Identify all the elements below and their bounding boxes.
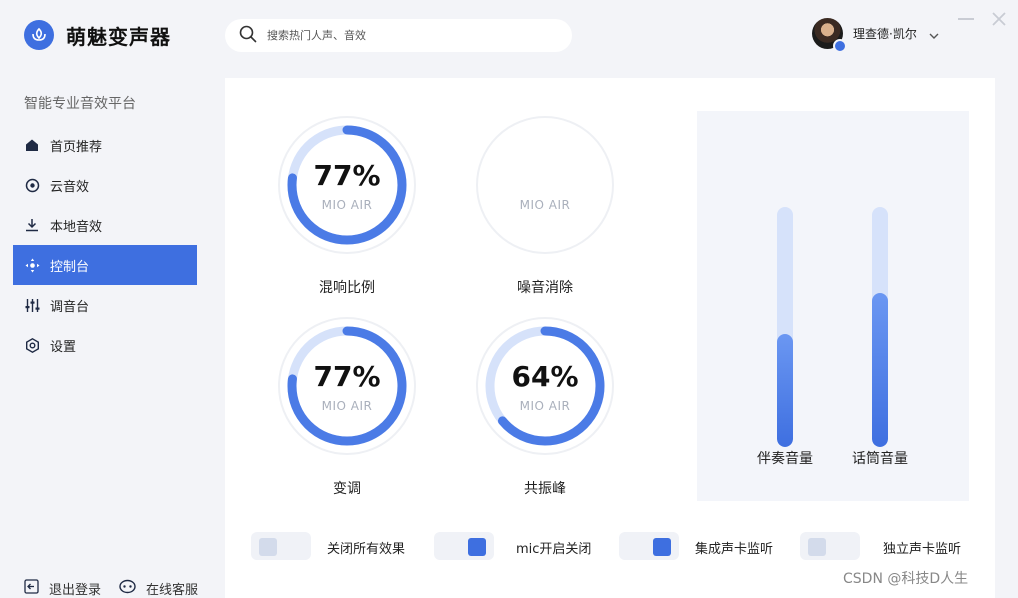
- user-menu[interactable]: 理查德·凯尔: [812, 18, 939, 53]
- noise-cancel-dial-ring[interactable]: [475, 115, 615, 255]
- sidebar-item-label: 首页推荐: [50, 139, 103, 155]
- app-logo: 萌魅变声器: [24, 20, 171, 50]
- toggle-knob: [653, 538, 671, 556]
- mic-volume-fill: [872, 293, 888, 447]
- search-icon: [239, 25, 257, 47]
- home-icon: [24, 137, 40, 153]
- logout-icon: [24, 579, 39, 598]
- disable-all-effects-toggle[interactable]: [251, 532, 311, 560]
- sidebar-item-settings[interactable]: 设置: [13, 325, 197, 365]
- app-tagline: 智能专业音效平台: [24, 96, 136, 112]
- chevron-down-icon[interactable]: [929, 24, 939, 43]
- disable-all-effects-label: 关闭所有效果: [327, 542, 406, 557]
- sidebar-nav: 首页推荐 云音效 本地音效 控制台 调音台 设置: [13, 125, 197, 365]
- toggle-knob: [808, 538, 826, 556]
- sidebar-item-local-sound[interactable]: 本地音效: [13, 205, 197, 245]
- pitch-dial-label: 变调: [333, 481, 361, 497]
- avatar-badge-icon: [833, 39, 847, 53]
- noise-cancel-dial-label: 噪音消除: [517, 280, 573, 296]
- console-icon: [24, 257, 40, 273]
- sidebar-item-label: 云音效: [50, 179, 90, 195]
- formant-dial-label: 共振峰: [524, 481, 566, 497]
- search-bar[interactable]: [225, 19, 572, 52]
- pitch-dial[interactable]: 77% MIO AIR 变调: [277, 316, 417, 497]
- pitch-dial-value: 77%: [313, 360, 381, 393]
- reverb-dial[interactable]: 77% MIO AIR 混响比例: [277, 115, 417, 296]
- app-name: 萌魅变声器: [66, 24, 171, 49]
- sidebar-item-label: 调音台: [50, 299, 90, 315]
- console-panel: 77% MIO AIR 混响比例 MIO AIR 噪音消除 77% MIO AI…: [225, 78, 995, 598]
- close-icon[interactable]: [991, 11, 1007, 31]
- mic-volume-slider[interactable]: [872, 207, 888, 447]
- sidebar-footer: 退出登录 在线客服: [24, 579, 198, 598]
- toggle-knob: [468, 538, 486, 556]
- pitch-dial-sub: MIO AIR: [321, 399, 373, 413]
- integrated-soundcard-monitor-toggle[interactable]: [619, 532, 679, 560]
- integrated-soundcard-monitor-label: 集成声卡监听: [695, 542, 774, 557]
- logout-label: 退出登录: [49, 583, 102, 598]
- standalone-soundcard-monitor-label: 独立声卡监听: [883, 542, 962, 557]
- standalone-soundcard-monitor-toggle[interactable]: [800, 532, 860, 560]
- search-input[interactable]: [267, 29, 547, 42]
- noise-cancel-dial-sub: MIO AIR: [519, 198, 571, 212]
- noise-cancel-dial[interactable]: MIO AIR 噪音消除: [475, 115, 615, 296]
- volume-sliders-panel: 伴奏音量 话筒音量: [697, 111, 969, 501]
- formant-dial-sub: MIO AIR: [519, 399, 571, 413]
- sidebar-item-home[interactable]: 首页推荐: [13, 125, 197, 165]
- online-support-button[interactable]: 在线客服: [119, 579, 198, 598]
- sidebar-item-mixer[interactable]: 调音台: [13, 285, 197, 325]
- logout-button[interactable]: 退出登录: [24, 579, 101, 598]
- sidebar-item-label: 设置: [50, 339, 77, 355]
- toggle-row: 关闭所有效果 mic开启关闭 集成声卡监听 独立声卡监听: [251, 532, 981, 562]
- sidebar-item-cloud-sound[interactable]: 云音效: [13, 165, 197, 205]
- support-label: 在线客服: [146, 583, 199, 598]
- toggle-knob: [259, 538, 277, 556]
- sidebar-item-console[interactable]: 控制台: [13, 245, 197, 285]
- avatar[interactable]: [812, 18, 847, 53]
- watermark: CSDN @科技D人生: [843, 571, 969, 587]
- mic-toggle-label: mic开启关闭: [516, 542, 592, 557]
- sidebar-item-label: 控制台: [50, 259, 90, 275]
- formant-dial[interactable]: 64% MIO AIR 共振峰: [475, 316, 615, 497]
- reverb-dial-sub: MIO AIR: [321, 198, 373, 212]
- accompaniment-volume-label: 伴奏音量: [757, 451, 813, 467]
- sidebar-item-label: 本地音效: [50, 219, 103, 235]
- cloud-sound-icon: [24, 177, 40, 193]
- mixer-icon: [24, 297, 40, 313]
- reverb-dial-label: 混响比例: [319, 280, 375, 296]
- mic-volume-label: 话筒音量: [852, 451, 908, 467]
- app-logo-icon: [24, 20, 54, 50]
- reverb-dial-value: 77%: [313, 159, 381, 192]
- support-icon: [119, 579, 136, 598]
- mic-toggle[interactable]: [434, 532, 494, 560]
- download-icon: [24, 217, 40, 233]
- user-name: 理查德·凯尔: [853, 27, 917, 41]
- formant-dial-value: 64%: [511, 360, 579, 393]
- accompaniment-volume-fill: [777, 334, 793, 447]
- minimize-icon[interactable]: [958, 18, 974, 20]
- accompaniment-volume-slider[interactable]: [777, 207, 793, 447]
- gear-icon: [24, 337, 40, 353]
